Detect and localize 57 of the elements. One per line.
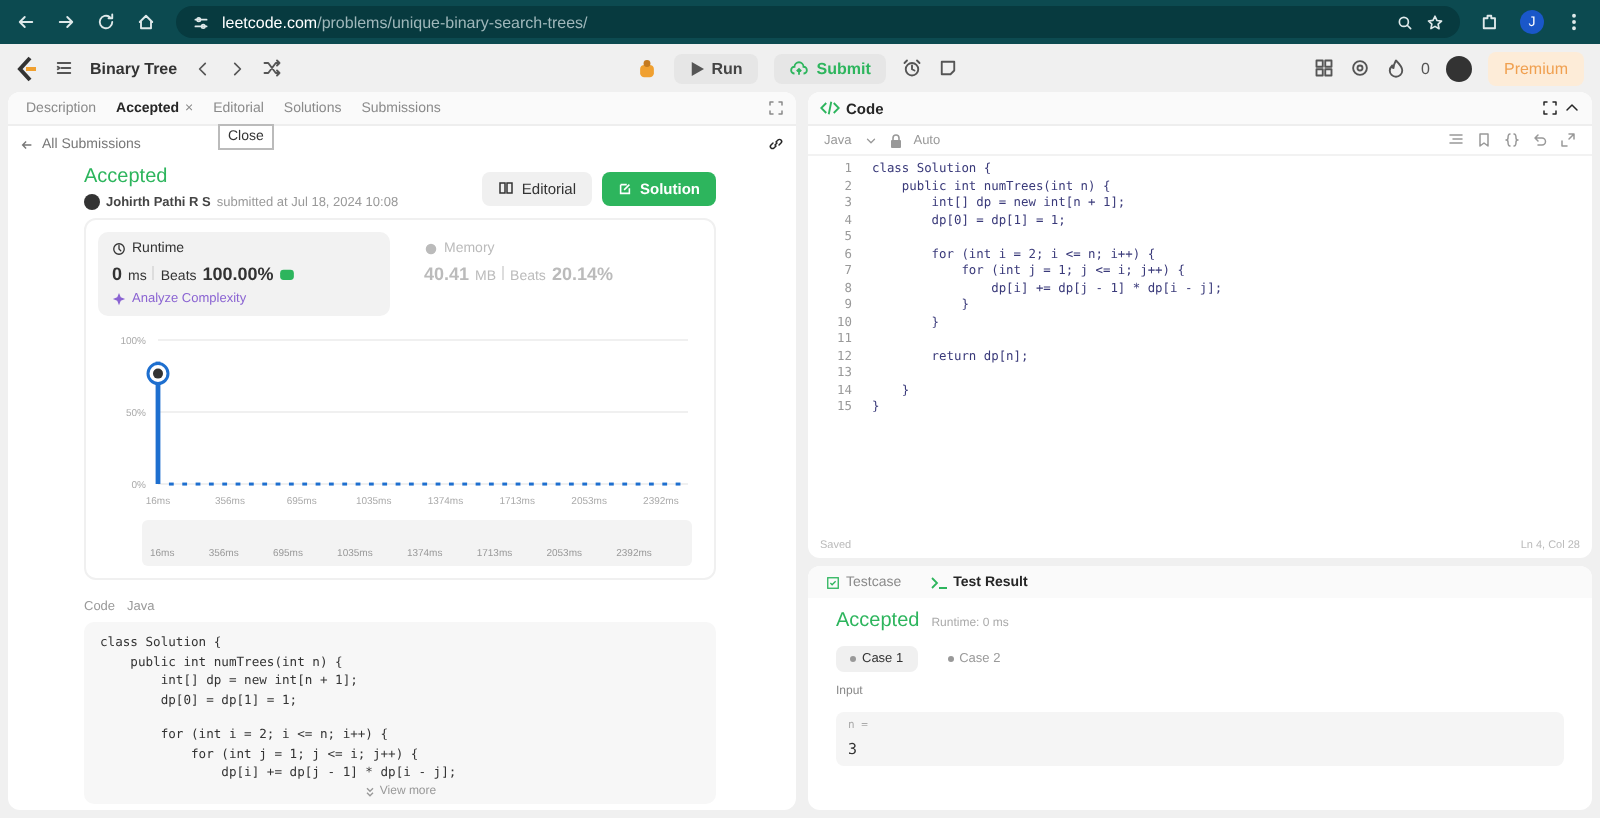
reload-icon[interactable]: [96, 12, 116, 32]
lock-icon: [889, 133, 902, 147]
result-status: Accepted: [836, 610, 920, 632]
metric-value: 0: [112, 264, 123, 284]
play-icon: [689, 61, 704, 75]
book-icon: [497, 180, 514, 196]
dot-icon: [850, 655, 856, 662]
undo-icon[interactable]: [1532, 132, 1548, 148]
clock-icon: [112, 242, 126, 256]
status-heading: Accepted: [84, 166, 170, 188]
terminal-icon: [929, 575, 948, 589]
collapse-icon[interactable]: [1564, 100, 1580, 116]
avatar: [84, 194, 100, 210]
double-chevron-icon: [363, 785, 376, 797]
list-icon[interactable]: [54, 58, 74, 78]
flame-icon[interactable]: [1385, 58, 1406, 78]
star-icon[interactable]: [1426, 13, 1444, 31]
avatar[interactable]: [1445, 55, 1472, 81]
logo[interactable]: [16, 55, 38, 81]
home-icon[interactable]: [136, 12, 156, 32]
braces-icon[interactable]: [1504, 132, 1520, 148]
note-icon[interactable]: [938, 58, 959, 78]
submit-button[interactable]: Submit: [774, 53, 887, 83]
forward-icon[interactable]: [56, 12, 76, 32]
dot-icon: [947, 655, 954, 662]
back-icon[interactable]: [16, 12, 36, 32]
site-info-icon[interactable]: [192, 13, 210, 31]
metric-value: 40.41: [424, 264, 470, 284]
sparkle-icon: [112, 292, 126, 306]
zoom-icon[interactable]: [1396, 13, 1414, 31]
address-bar[interactable]: leetcode.com/problems/unique-binary-search-trees/: [176, 6, 1460, 38]
shuffle-icon[interactable]: [261, 58, 282, 78]
edit-icon: [618, 181, 632, 195]
expand-icon[interactable]: [1560, 132, 1576, 148]
premium-button[interactable]: Premium: [1487, 51, 1584, 85]
back-arrow-icon: [20, 137, 34, 151]
problem-list-title[interactable]: Binary Tree: [90, 59, 178, 77]
url-text: leetcode.com/problems/unique-binary-search-trees/: [222, 13, 588, 31]
settings-icon[interactable]: [1349, 58, 1370, 78]
alarm-clock-icon[interactable]: [902, 58, 923, 78]
checkbox-icon: [826, 575, 840, 589]
layout-grid-icon[interactable]: [1313, 58, 1334, 78]
extension-icon[interactable]: [1480, 12, 1500, 32]
bookmark-icon[interactable]: [1476, 132, 1492, 148]
code-icon: [820, 100, 840, 116]
upload-cloud-icon: [790, 59, 809, 77]
beats-value: 20.14%: [551, 264, 613, 284]
chevron-down-icon[interactable]: [863, 133, 878, 147]
badge-icon: [279, 268, 294, 280]
previous-icon[interactable]: [193, 59, 212, 77]
debug-icon[interactable]: [635, 57, 658, 79]
avatar-marker-icon: [146, 362, 170, 386]
run-button[interactable]: Run: [673, 53, 759, 83]
beats-value: 100.00%: [202, 264, 274, 284]
streak-count: 0: [1421, 59, 1430, 77]
link-icon[interactable]: [768, 136, 784, 152]
maximize-icon[interactable]: [1542, 100, 1558, 116]
